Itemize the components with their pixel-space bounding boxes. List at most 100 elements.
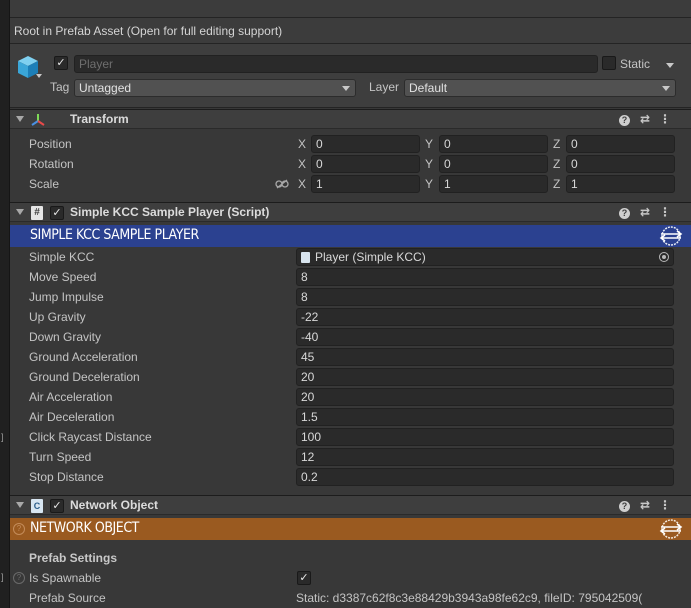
is-spawnable-row: ? Is Spawnable ✓ <box>10 568 691 588</box>
rotation-x-field[interactable]: 0 <box>311 155 420 173</box>
y-axis-label[interactable]: Y <box>425 177 433 191</box>
foldout-arrow[interactable] <box>16 502 24 508</box>
position-x-field[interactable]: 0 <box>311 135 420 153</box>
position-z-field[interactable]: 0 <box>566 135 675 153</box>
position-y-field[interactable]: 0 <box>439 135 548 153</box>
field-label: Air Acceleration <box>29 390 113 404</box>
x-axis-label[interactable]: X <box>298 157 306 171</box>
name-placeholder: Player <box>79 57 114 71</box>
move-speed-field[interactable]: 8 <box>296 268 674 286</box>
gutter-bracket: ] <box>1 572 4 582</box>
active-checkbox[interactable]: ✓ <box>54 56 68 70</box>
air-acceleration-field[interactable]: 20 <box>296 388 674 406</box>
kcc-script-header[interactable]: # ✓ Simple KCC Sample Player (Script) ? … <box>10 202 691 222</box>
foldout-arrow[interactable] <box>16 116 24 122</box>
rotation-y-field[interactable]: 0 <box>439 155 548 173</box>
transform-header[interactable]: Transform ? ⇄ ⋮ <box>10 109 691 129</box>
presets-icon[interactable]: ⇄ <box>638 498 652 512</box>
stop-distance-field[interactable]: 0.2 <box>296 468 674 486</box>
simple-kcc-row: Simple KCC Player (Simple KCC) <box>10 247 691 267</box>
network-object-banner: ? NETWORK OBJECT <box>10 518 691 540</box>
field-label: Up Gravity <box>29 310 86 324</box>
kcc-script-title: Simple KCC Sample Player (Script) <box>70 205 270 219</box>
static-checkbox[interactable] <box>602 56 616 70</box>
help-icon[interactable]: ? <box>619 115 630 126</box>
help-icon[interactable]: ? <box>619 208 630 219</box>
position-row: Position X 0 Y 0 Z 0 <box>10 134 691 154</box>
presets-icon[interactable]: ⇄ <box>638 112 652 126</box>
help-circle-icon[interactable]: ? <box>13 523 25 535</box>
down-gravity-field[interactable]: -40 <box>296 328 674 346</box>
kcc-banner-title: SIMPLE KCC SAMPLE PLAYER <box>30 227 199 243</box>
kebab-menu-icon[interactable]: ⋮ <box>658 498 672 512</box>
prefab-settings-label: Prefab Settings <box>29 551 118 565</box>
static-label: Static <box>620 57 651 71</box>
field-row: Stop Distance 0.2 <box>10 467 691 487</box>
field-row: Click Raycast Distance 100 <box>10 427 691 447</box>
object-picker-icon[interactable] <box>659 252 669 262</box>
turn-speed-field[interactable]: 12 <box>296 448 674 466</box>
field-label: Ground Deceleration <box>29 370 140 384</box>
field-row: Ground Deceleration 20 <box>10 367 691 387</box>
transform-icon <box>31 114 45 126</box>
field-row: Down Gravity -40 <box>10 327 691 347</box>
gutter-bracket: ] <box>1 432 4 442</box>
field-row: Ground Acceleration 45 <box>10 347 691 367</box>
prefab-source-label: Prefab Source <box>29 591 106 605</box>
z-axis-label[interactable]: Z <box>553 157 560 171</box>
field-row: Air Acceleration 20 <box>10 387 691 407</box>
z-axis-label[interactable]: Z <box>553 137 560 151</box>
y-axis-label[interactable]: Y <box>425 157 433 171</box>
field-row: Up Gravity -22 <box>10 307 691 327</box>
simple-kcc-object-field[interactable]: Player (Simple KCC) <box>296 248 674 266</box>
ground-deceleration-field[interactable]: 20 <box>296 368 674 386</box>
scale-z-field[interactable]: 1 <box>566 175 675 193</box>
field-row: Air Deceleration 1.5 <box>10 407 691 427</box>
foldout-arrow[interactable] <box>16 209 24 215</box>
y-axis-label[interactable]: Y <box>425 137 433 151</box>
up-gravity-field[interactable]: -22 <box>296 308 674 326</box>
left-panel-edge: ] ] <box>0 0 10 608</box>
field-row: Turn Speed 12 <box>10 447 691 467</box>
x-axis-label[interactable]: X <box>298 137 306 151</box>
icon-dropdown-caret[interactable] <box>36 74 42 78</box>
kebab-menu-icon[interactable]: ⋮ <box>658 112 672 126</box>
tag-value: Untagged <box>79 81 132 95</box>
name-field[interactable]: Player <box>74 55 598 73</box>
tag-dropdown[interactable]: Untagged <box>74 79 356 97</box>
field-label: Down Gravity <box>29 330 102 344</box>
static-dropdown-arrow[interactable] <box>666 63 674 68</box>
help-circle-icon[interactable]: ? <box>13 572 25 584</box>
is-spawnable-label: Is Spawnable <box>29 571 102 585</box>
field-label: Click Raycast Distance <box>29 430 152 444</box>
prefab-source-value: Static: d3387c62f8c3e88429b3943a98fe62c9… <box>296 591 643 605</box>
scale-x-field[interactable]: 1 <box>311 175 420 193</box>
ground-acceleration-field[interactable]: 45 <box>296 348 674 366</box>
x-axis-label[interactable]: X <box>298 177 306 191</box>
z-axis-label[interactable]: Z <box>553 177 560 191</box>
kebab-menu-icon[interactable]: ⋮ <box>658 205 672 219</box>
network-object-header[interactable]: C ✓ Network Object ? ⇄ ⋮ <box>10 495 691 515</box>
scale-row: Scale X 1 Y 1 Z 1 <box>10 174 691 194</box>
field-row: Jump Impulse 8 <box>10 287 691 307</box>
field-label: Stop Distance <box>29 470 104 484</box>
position-label: Position <box>29 137 72 151</box>
is-spawnable-checkbox[interactable]: ✓ <box>297 571 311 585</box>
rotation-z-field[interactable]: 0 <box>566 155 675 173</box>
layer-value: Default <box>409 81 448 95</box>
photon-logo-icon <box>659 519 683 539</box>
prefab-source-row: Prefab Source Static: d3387c62f8c3e88429… <box>10 588 691 608</box>
jump-impulse-field[interactable]: 8 <box>296 288 674 306</box>
click-raycast-distance-field[interactable]: 100 <box>296 428 674 446</box>
link-icon[interactable] <box>275 179 289 189</box>
kcc-banner: SIMPLE KCC SAMPLE PLAYER <box>10 225 691 247</box>
network-object-enabled-checkbox[interactable]: ✓ <box>50 499 64 513</box>
kcc-enabled-checkbox[interactable]: ✓ <box>50 206 64 220</box>
air-deceleration-field[interactable]: 1.5 <box>296 408 674 426</box>
help-icon[interactable]: ? <box>619 501 630 512</box>
scale-label: Scale <box>29 177 60 191</box>
inspector-panel: Root in Prefab Asset (Open for full edit… <box>10 0 691 608</box>
layer-dropdown[interactable]: Default <box>404 79 676 97</box>
presets-icon[interactable]: ⇄ <box>638 205 652 219</box>
scale-y-field[interactable]: 1 <box>439 175 548 193</box>
